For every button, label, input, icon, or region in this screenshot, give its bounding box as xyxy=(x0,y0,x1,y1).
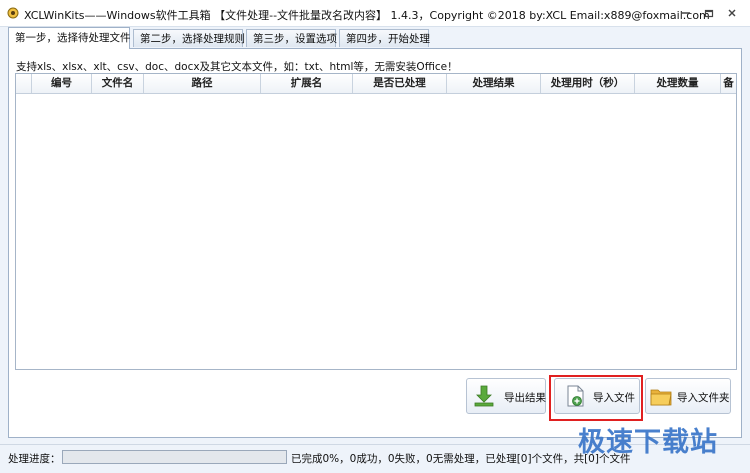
import-folder-label: 导入文件夹 xyxy=(677,392,730,404)
restore-button[interactable] xyxy=(698,6,720,20)
column-header-note[interactable]: 备 xyxy=(721,74,736,93)
column-header-indicator xyxy=(16,74,32,93)
tab-step-4[interactable]: 第四步，开始处理 xyxy=(339,29,430,47)
column-header-index[interactable]: 编号 xyxy=(32,74,92,93)
tab-step-2[interactable]: 第二步，选择处理规则 xyxy=(133,29,245,47)
restore-icon xyxy=(704,9,714,18)
export-results-label: 导出结果 xyxy=(504,392,546,404)
supported-formats-hint: 支持xls、xlsx、xlt、csv、doc、docx及其它文本文件，如：txt… xyxy=(16,61,458,73)
tab-step-1[interactable]: 第一步，选择待处理文件 xyxy=(8,27,131,49)
column-header-extension[interactable]: 扩展名 xyxy=(261,74,353,93)
close-button[interactable] xyxy=(721,6,743,20)
folder-icon xyxy=(650,389,672,406)
minimize-button[interactable] xyxy=(675,6,697,20)
column-header-count[interactable]: 处理数量 xyxy=(635,74,721,93)
title-bar: XCLWinKits——Windows软件工具箱 【文件处理--文件批量改名改内… xyxy=(0,0,750,27)
window-title: XCLWinKits——Windows软件工具箱 【文件处理--文件批量改名改内… xyxy=(24,9,710,22)
file-list-grid[interactable]: 编号 文件名 路径 扩展名 是否已处理 处理结果 处理用时（秒） 处理数量 备 xyxy=(15,73,737,370)
import-file-highlight-box xyxy=(549,375,643,421)
progress-label: 处理进度： xyxy=(8,453,61,465)
watermark-text: 极速下载站 xyxy=(578,427,718,458)
column-header-path[interactable]: 路径 xyxy=(144,74,261,93)
column-header-result[interactable]: 处理结果 xyxy=(447,74,541,93)
export-results-button[interactable]: 导出结果 xyxy=(466,378,546,414)
column-header-processed[interactable]: 是否已处理 xyxy=(353,74,447,93)
tab-step-3[interactable]: 第三步，设置选项 xyxy=(246,29,337,47)
minimize-icon xyxy=(682,12,690,14)
download-arrow-icon xyxy=(474,385,494,407)
app-logo-icon xyxy=(7,7,19,19)
import-folder-button[interactable]: 导入文件夹 xyxy=(645,378,731,414)
column-header-filename[interactable]: 文件名 xyxy=(92,74,144,93)
grid-header: 编号 文件名 路径 扩展名 是否已处理 处理结果 处理用时（秒） 处理数量 备 xyxy=(16,74,736,94)
close-icon xyxy=(728,9,736,17)
step-tabs: 第一步，选择待处理文件 第二步，选择处理规则 第三步，设置选项 第四步，开始处理 xyxy=(8,27,748,49)
progress-bar xyxy=(62,450,287,464)
column-header-duration[interactable]: 处理用时（秒） xyxy=(541,74,635,93)
